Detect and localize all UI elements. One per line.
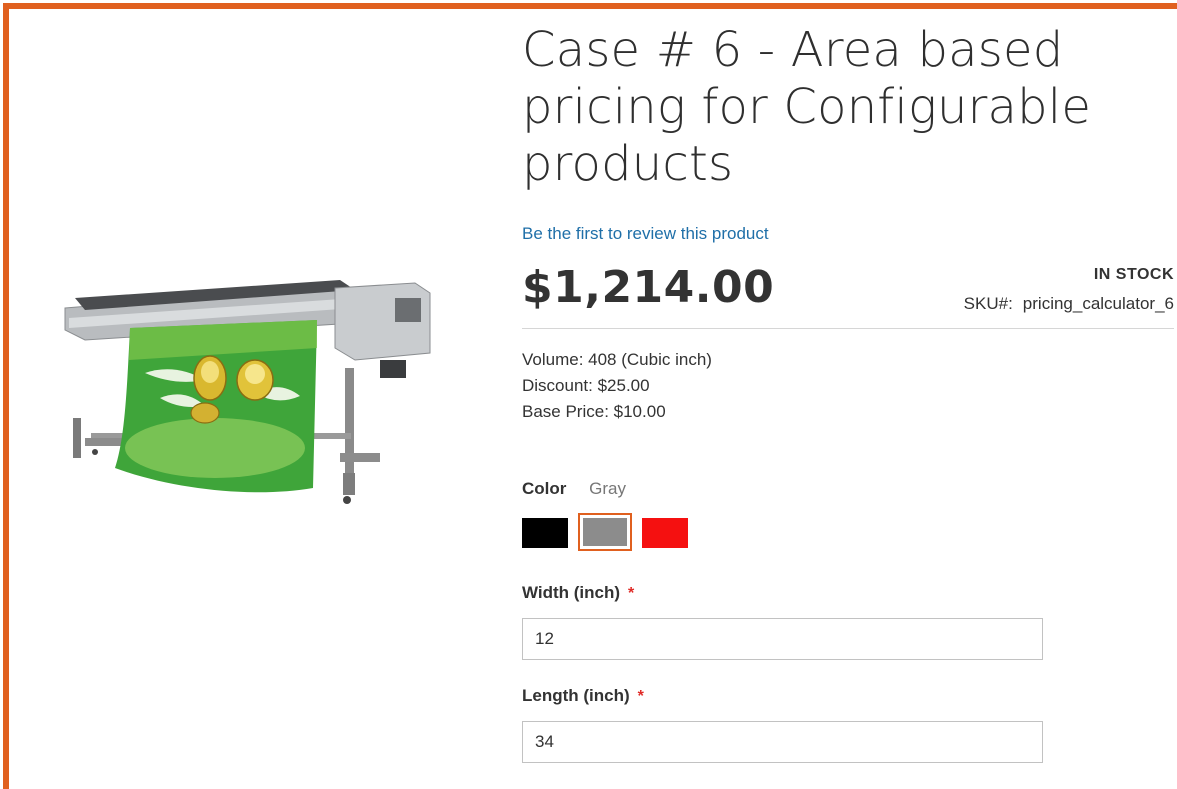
printer-wheel-right xyxy=(343,496,351,504)
product-price: $1,214.00 xyxy=(522,262,775,313)
product-title: Case # 6 - Area based pricing for Config… xyxy=(522,22,1092,192)
printer-ink-box xyxy=(380,360,406,378)
price-row: $1,214.00 IN STOCK SKU#: pricing_calculat… xyxy=(522,258,1174,329)
printer-illustration xyxy=(64,280,431,504)
width-label: Width (inch) xyxy=(522,583,621,602)
fruit-2-highlight xyxy=(245,364,265,384)
color-options: Color Gray xyxy=(522,479,1174,551)
sku-label: SKU#: xyxy=(963,294,1013,313)
printer-wheel-left xyxy=(92,449,98,455)
length-input[interactable] xyxy=(522,721,1043,763)
color-label: Color xyxy=(522,479,567,498)
volume-text: Volume: 408 (Cubic inch) xyxy=(522,350,712,369)
length-field: Length (inch) * xyxy=(522,686,1174,763)
sku: SKU#: pricing_calculator_6 xyxy=(964,294,1174,314)
price-details: Volume: 408 (Cubic inch) Discount: $25.0… xyxy=(522,347,1174,425)
printer-post xyxy=(343,473,355,495)
width-field: Width (inch) * xyxy=(522,583,1174,660)
swatch-red[interactable] xyxy=(642,518,688,548)
fruit-3 xyxy=(190,402,220,424)
printer-leg-left xyxy=(73,418,81,458)
frame-border-left xyxy=(3,3,9,789)
color-swatches xyxy=(522,513,1174,551)
fruit-1-highlight xyxy=(201,361,219,383)
frame-border-top xyxy=(3,3,1177,9)
printer-control-panel xyxy=(395,298,421,322)
review-link[interactable]: Be the first to review this product xyxy=(522,224,769,244)
swatch-black[interactable] xyxy=(522,518,568,548)
width-required-mark: * xyxy=(628,585,635,602)
page-frame: Case # 6 - Area based pricing for Config… xyxy=(0,0,1177,789)
swatch-gray-selected[interactable] xyxy=(578,513,632,551)
length-label: Length (inch) xyxy=(522,686,630,705)
banner-glow xyxy=(125,418,305,478)
discount-text: Discount: $25.00 xyxy=(522,376,650,395)
color-label-row: Color Gray xyxy=(522,479,1174,499)
width-input[interactable] xyxy=(522,618,1043,660)
printer-foot-right xyxy=(340,453,380,462)
color-selected-value: Gray xyxy=(589,479,626,498)
length-required-mark: * xyxy=(637,688,644,705)
base-price-text: Base Price: $10.00 xyxy=(522,402,666,421)
product-image xyxy=(55,268,445,513)
swatch-gray-fill xyxy=(583,518,627,546)
product-info: Case # 6 - Area based pricing for Config… xyxy=(522,22,1174,763)
stock-status: IN STOCK xyxy=(1093,266,1174,283)
sku-value: pricing_calculator_6 xyxy=(1022,294,1174,313)
